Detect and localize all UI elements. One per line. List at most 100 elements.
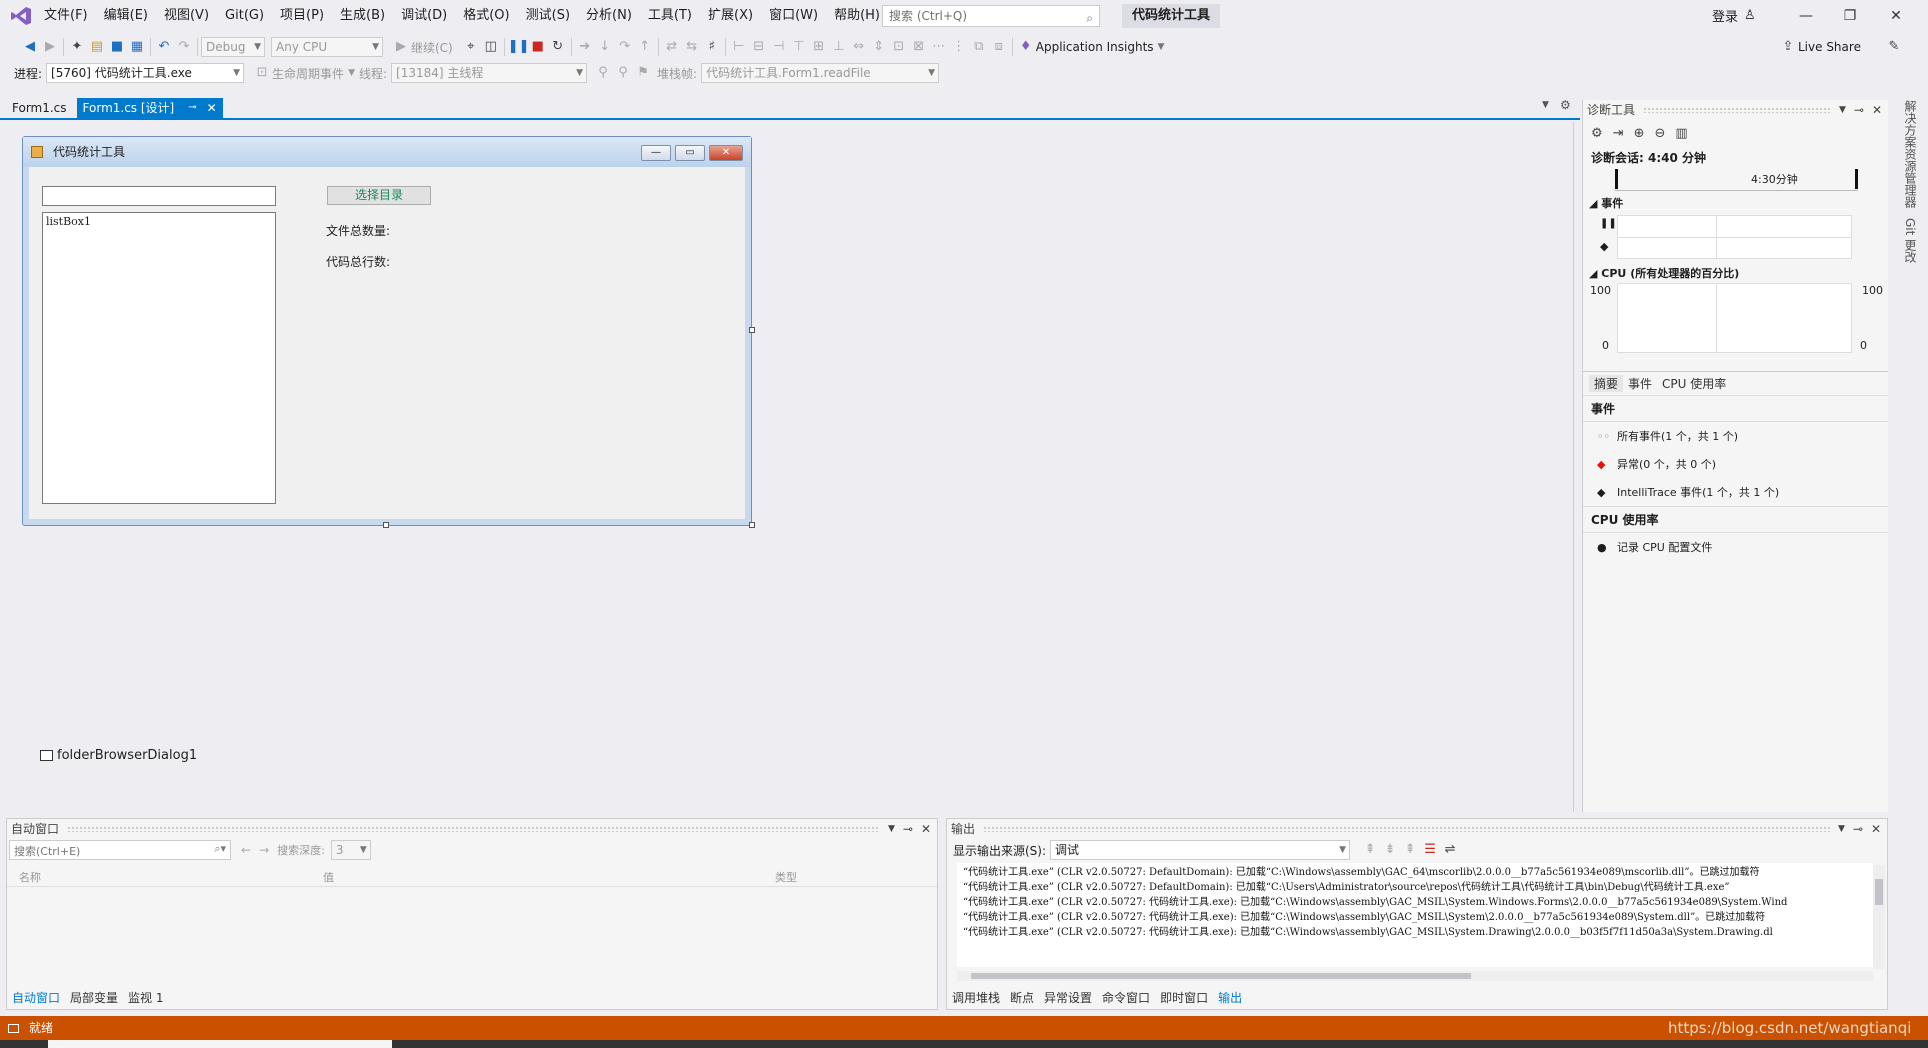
scrollbar-thumb[interactable] (971, 973, 1471, 979)
menu-extensions[interactable]: 扩展(X) (700, 0, 761, 32)
screenshot-icon[interactable]: ◫ (481, 37, 501, 57)
align-bottom-icon[interactable]: ⊥ (829, 37, 849, 57)
close-icon[interactable]: ✕ (1872, 100, 1882, 120)
filter-clear-icon[interactable]: ⚲ (613, 63, 633, 83)
tab-form1-designer[interactable]: Form1.cs [设计] ⊸ ✕ (76, 98, 223, 118)
align-center-icon[interactable]: ⊟ (749, 37, 769, 57)
align-left-icon[interactable]: ⊢ (729, 37, 749, 57)
open-folder-icon[interactable]: ▤ (87, 37, 107, 57)
forward-icon[interactable]: ▶ (40, 37, 60, 57)
form-maximize-button[interactable]: ▭ (675, 145, 705, 161)
column-value[interactable]: 值 (323, 869, 775, 885)
step-out-icon[interactable]: ↑ (635, 37, 655, 57)
timeline-ruler[interactable]: 4:30分钟 (1615, 169, 1858, 191)
send-to-back-icon[interactable]: ⧈ (989, 37, 1009, 57)
save-all-icon[interactable]: ▦ (127, 37, 147, 57)
close-icon[interactable]: ✕ (1871, 819, 1881, 839)
step-into-icon[interactable]: ↓ (595, 37, 615, 57)
find-message-icon[interactable]: ⇞ (1360, 840, 1380, 860)
close-icon[interactable]: ✕ (207, 98, 217, 118)
resize-handle-bottom[interactable] (383, 522, 389, 528)
flag-icon[interactable]: ⚑ (633, 63, 653, 83)
tab-output[interactable]: 输出 (1213, 989, 1247, 1006)
tab-locals[interactable]: 局部变量 (65, 989, 123, 1006)
output-source-select[interactable]: 调试 ▼ (1050, 840, 1351, 860)
platform-select[interactable]: Any CPU ▼ (271, 37, 383, 57)
menu-build[interactable]: 生成(B) (332, 0, 393, 32)
clear-all-icon[interactable]: ☰ (1420, 840, 1440, 860)
pin-icon[interactable]: ⊸ (1854, 100, 1864, 120)
feedback-icon[interactable]: ✎ (1884, 37, 1904, 57)
restore-button[interactable]: ❐ (1830, 4, 1870, 28)
show-next-statement-icon[interactable]: ➔ (575, 37, 595, 57)
redo-icon[interactable]: ↷ (174, 37, 194, 57)
pin-icon[interactable]: ⊸ (903, 819, 913, 839)
menu-tools[interactable]: 工具(T) (640, 0, 700, 32)
tab-breakpoints[interactable]: 断点 (1005, 989, 1039, 1006)
pin-icon[interactable]: ⊸ (1853, 819, 1863, 839)
zoom-out-icon[interactable]: ⊖ (1654, 126, 1665, 141)
menu-window[interactable]: 窗口(W) (761, 0, 826, 32)
same-width-icon[interactable]: ⇔ (849, 37, 869, 57)
search-depth-select[interactable]: 3 ▼ (330, 840, 371, 860)
resize-handle-right[interactable] (749, 327, 755, 333)
chevron-down-icon[interactable]: ▼ (1158, 42, 1165, 52)
tab-autos[interactable]: 自动窗口 (7, 989, 65, 1006)
tab-command-window[interactable]: 命令窗口 (1097, 989, 1155, 1006)
menu-help[interactable]: 帮助(H) (826, 0, 888, 32)
save-icon[interactable]: ■ (107, 37, 127, 57)
event-item-all[interactable]: ◦◦ 所有事件(1 个，共 1 个) (1583, 422, 1888, 450)
menu-view[interactable]: 视图(V) (156, 0, 217, 32)
find-icon[interactable]: ⌖ (461, 37, 481, 57)
chevron-down-icon[interactable]: ▼ (348, 68, 355, 78)
scrollbar-thumb[interactable] (1875, 879, 1883, 905)
signin-link[interactable]: 登录 ♙ (1712, 6, 1756, 25)
chevron-down-icon[interactable]: ▼ (1838, 819, 1845, 839)
tab-cpu-usage[interactable]: CPU 使用率 (1657, 375, 1731, 392)
drag-grip[interactable] (1643, 107, 1831, 113)
continue-button[interactable]: 继续(C) (411, 39, 453, 56)
configuration-select[interactable]: Debug ▼ (201, 37, 265, 57)
output-text[interactable]: “代码统计工具.exe” (CLR v2.0.50727: DefaultDom… (957, 863, 1873, 967)
thread-select[interactable]: [13184] 主线程 ▼ (391, 63, 588, 83)
event-item-intellitrace[interactable]: ◆ IntelliTrace 事件(1 个，共 1 个) (1583, 478, 1888, 506)
application-insights-button[interactable]: Application Insights (1036, 40, 1154, 54)
back-icon[interactable]: ◀ (20, 37, 40, 57)
record-cpu-profile[interactable]: ● 记录 CPU 配置文件 (1583, 533, 1888, 561)
align-middle-icon[interactable]: ⊞ (809, 37, 829, 57)
arrow-left-icon[interactable]: ← (241, 843, 251, 857)
threads-icon[interactable]: ⇆ (682, 37, 702, 57)
resize-handle-corner[interactable] (749, 522, 755, 528)
column-name[interactable]: 名称 (7, 869, 323, 885)
tab-immediate-window[interactable]: 即时窗口 (1155, 989, 1213, 1006)
select-directory-button[interactable]: 选择目录 (327, 186, 431, 205)
menu-test[interactable]: 测试(S) (518, 0, 578, 32)
horizontal-spacing-icon[interactable]: ⋯ (929, 37, 949, 57)
new-project-icon[interactable]: ✦ (67, 37, 87, 57)
path-textbox[interactable] (42, 186, 276, 206)
export-icon[interactable]: ⇥ (1613, 126, 1624, 141)
step-over-icon[interactable]: ↷ (615, 37, 635, 57)
drag-grip[interactable] (67, 826, 880, 832)
restart-icon[interactable]: ↻ (548, 37, 568, 57)
form-minimize-button[interactable]: — (641, 145, 671, 161)
vertical-spacing-icon[interactable]: ⋮ (949, 37, 969, 57)
hot-reload-icon[interactable]: ♯ (702, 37, 722, 57)
minimize-button[interactable]: — (1786, 4, 1826, 28)
drag-grip[interactable] (983, 826, 1830, 832)
tab-call-stack[interactable]: 调用堆栈 (947, 989, 1005, 1006)
lifecycle-events-button[interactable]: 生命周期事件 (272, 65, 344, 82)
tab-form1-cs[interactable]: Form1.cs (6, 98, 73, 118)
process-select[interactable]: [5760] 代码统计工具.exe ▼ (46, 63, 245, 83)
close-button[interactable]: ✕ (1876, 4, 1916, 28)
menu-analyze[interactable]: 分析(N) (578, 0, 640, 32)
file-listbox[interactable]: listBox1 (42, 212, 276, 504)
align-top-icon[interactable]: ⊤ (789, 37, 809, 57)
solution-explorer-tab[interactable]: 解决方案资源管理器 (1902, 100, 1919, 208)
timeline-start-marker[interactable] (1615, 169, 1618, 189)
menu-edit[interactable]: 编辑(E) (96, 0, 156, 32)
pin-icon[interactable]: ⊸ (188, 98, 196, 118)
menu-debug[interactable]: 调试(D) (393, 0, 455, 32)
autos-search-input[interactable]: 搜索(Ctrl+E) ⌕▾ (9, 840, 231, 860)
same-size-icon[interactable]: ⊡ (889, 37, 909, 57)
